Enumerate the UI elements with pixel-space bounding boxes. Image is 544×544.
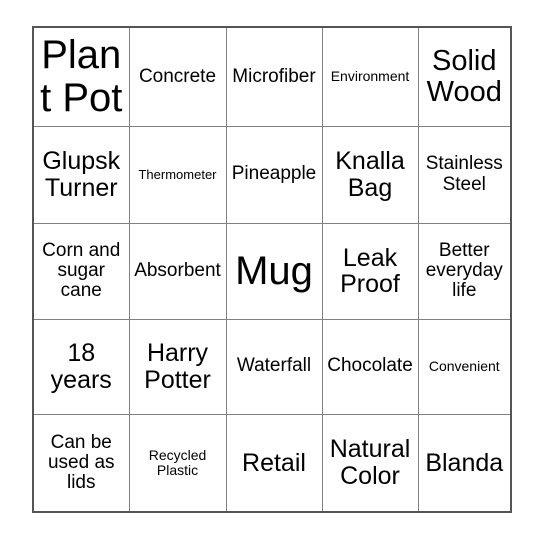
bingo-cell-r4c1[interactable]: Recycled Plastic	[128, 413, 227, 511]
bingo-cell-label: Convenient	[428, 358, 500, 375]
bingo-cell-r0c1[interactable]: Concrete	[128, 28, 227, 127]
bingo-cell-label: Pineapple	[231, 163, 317, 185]
bingo-row: Can be used as lids Recycled Plastic Ret…	[34, 413, 510, 511]
bingo-cell-label: Harry Potter	[144, 339, 211, 394]
bingo-cell-label: Retail	[242, 448, 306, 477]
bingo-cell-label: Recycled Plastic	[148, 446, 207, 478]
bingo-cell-label: Thermometer	[138, 166, 217, 182]
bingo-cell-r0c3[interactable]: Environment	[321, 28, 419, 127]
bingo-cell-r4c0[interactable]: Can be used as lids	[34, 413, 130, 511]
bingo-cell-label: Knalla Bag	[335, 147, 405, 202]
bingo-cell-r1c3[interactable]: Knalla Bag	[321, 125, 419, 224]
bingo-cell-label: Can be used as lids	[47, 431, 115, 493]
bingo-card: Plant Pot Concrete Microfiber Environmen…	[32, 26, 512, 513]
bingo-grid: Plant Pot Concrete Microfiber Environmen…	[34, 28, 510, 511]
bingo-cell-r0c4[interactable]: Solid Wood	[417, 28, 510, 127]
bingo-cell-r2c4[interactable]: Better everyday life	[417, 222, 510, 320]
bingo-cell-r1c2[interactable]: Pineapple	[225, 125, 323, 224]
bingo-cell-r3c4[interactable]: Convenient	[417, 318, 510, 415]
bingo-cell-r4c2[interactable]: Retail	[225, 413, 323, 511]
bingo-cell-label: Chocolate	[327, 355, 413, 377]
bingo-cell-r1c0[interactable]: Glupsk Turner	[34, 125, 130, 224]
bingo-cell-r2c3[interactable]: Leak Proof	[321, 222, 419, 320]
bingo-cell-label: Blanda	[425, 448, 504, 477]
bingo-row: Corn and sugar cane Absorbent Mug Leak P…	[34, 222, 510, 320]
bingo-cell-r0c2[interactable]: Microfiber	[225, 28, 323, 127]
bingo-row: Plant Pot Concrete Microfiber Environmen…	[34, 28, 510, 127]
bingo-cell-label: Corn and sugar cane	[42, 239, 121, 302]
bingo-cell-r3c1[interactable]: Harry Potter	[128, 318, 227, 415]
bingo-cell-r3c0[interactable]: 18 years	[34, 318, 130, 415]
bingo-cell-r4c4[interactable]: Blanda	[417, 413, 510, 511]
bingo-cell-label: Stainless Steel	[425, 153, 503, 195]
bingo-cell-label: Microfiber	[232, 65, 316, 87]
bingo-card-page: Plant Pot Concrete Microfiber Environmen…	[0, 0, 544, 544]
bingo-cell-r3c2[interactable]: Waterfall	[225, 318, 323, 415]
bingo-cell-r3c3[interactable]: Chocolate	[321, 318, 419, 415]
bingo-cell-r2c2[interactable]: Mug	[225, 222, 323, 320]
bingo-cell-r4c3[interactable]: Natural Color	[321, 413, 419, 511]
bingo-cell-r0c0[interactable]: Plant Pot	[34, 28, 130, 127]
bingo-cell-label: Waterfall	[236, 355, 312, 377]
bingo-cell-label: Plant Pot	[40, 33, 123, 120]
bingo-cell-label: Glupsk Turner	[42, 147, 121, 202]
bingo-cell-label: Concrete	[138, 65, 217, 87]
bingo-cell-label: 18 years	[50, 339, 112, 394]
bingo-cell-r2c1[interactable]: Absorbent	[128, 222, 227, 320]
bingo-cell-r1c1[interactable]: Thermometer	[128, 125, 227, 224]
bingo-cell-r2c0[interactable]: Corn and sugar cane	[34, 222, 130, 320]
bingo-row: 18 years Harry Potter Waterfall Chocolat…	[34, 318, 510, 415]
bingo-cell-r1c4[interactable]: Stainless Steel	[417, 125, 510, 224]
bingo-cell-label: Better everyday life	[425, 239, 503, 302]
bingo-cell-label: Environment	[330, 68, 410, 85]
bingo-cell-label: Absorbent	[134, 259, 221, 281]
bingo-cell-label: Natural Color	[329, 435, 411, 490]
bingo-cell-label: Leak Proof	[340, 243, 400, 298]
bingo-cell-label: Mug	[235, 248, 313, 293]
bingo-row: Glupsk Turner Thermometer Pineapple Knal…	[34, 125, 510, 224]
bingo-cell-label: Solid Wood	[426, 45, 502, 108]
